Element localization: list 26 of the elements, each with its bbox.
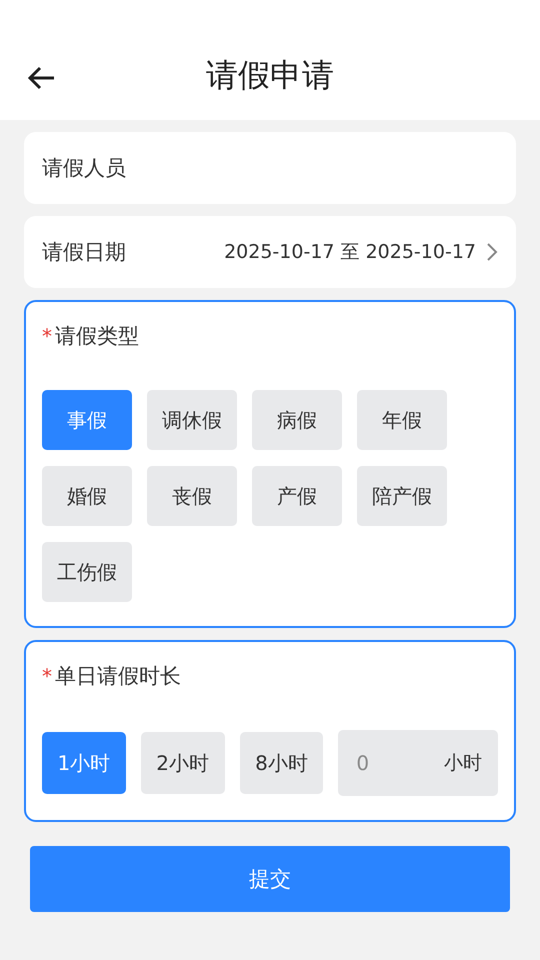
duration-option[interactable]: 1小时 (42, 732, 126, 794)
hours-input[interactable]: 0 (354, 750, 414, 776)
chevron-right-icon (486, 242, 498, 262)
duration-option[interactable]: 8小时 (240, 732, 324, 794)
required-mark: * (42, 664, 52, 688)
duration-label: 单日请假时长 (55, 663, 181, 690)
leave-type-option[interactable]: 调休假 (147, 390, 237, 450)
submit-button[interactable]: 提交 (30, 846, 510, 912)
date-row[interactable]: 请假日期 2025-10-17 至 2025-10-17 (24, 216, 516, 288)
page-title: 请假申请 (206, 55, 334, 96)
duration-option[interactable]: 2小时 (140, 732, 225, 794)
date-value: 2025-10-17 至 2025-10-17 (224, 240, 476, 265)
date-label: 请假日期 (42, 239, 126, 266)
leave-type-option[interactable]: 病假 (252, 390, 342, 450)
leave-type-option[interactable]: 事假 (42, 390, 132, 450)
leave-type-option[interactable]: 产假 (252, 466, 342, 526)
leave-type-option[interactable]: 工伤假 (42, 542, 132, 602)
leave-type-option[interactable]: 年假 (357, 390, 447, 450)
leave-type-label: 请假类型 (55, 323, 139, 350)
required-mark: * (42, 324, 52, 348)
leave-type-option[interactable]: 婚假 (42, 466, 132, 526)
applicant-row[interactable]: 请假人员 (24, 132, 516, 204)
leave-type-option[interactable]: 陪产假 (357, 466, 447, 526)
leave-type-option[interactable]: 丧假 (147, 466, 237, 526)
applicant-label: 请假人员 (42, 155, 126, 182)
hours-unit: 小时 (444, 751, 482, 776)
